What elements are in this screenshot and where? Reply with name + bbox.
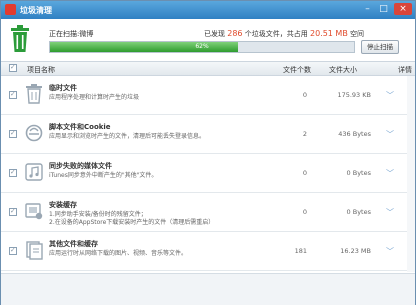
row-size: 0 Bytes <box>346 169 371 177</box>
row-name: 同步失败的媒体文件 <box>49 162 112 170</box>
expand-chevron-icon[interactable]: ﹀ <box>386 246 394 257</box>
row-checkbox[interactable] <box>9 207 17 216</box>
table-row[interactable]: 其他文件和缓存 应用运行时从网络下载的图片、视频、音乐等文件。 181 16.2… <box>1 232 415 271</box>
table-row[interactable]: 安装缓存 1.同步助手安装/备份时的残留文件； 2.在设备的AppStore下载… <box>1 193 415 232</box>
col-detail: 详情 <box>398 66 412 74</box>
expand-chevron-icon[interactable]: ﹀ <box>386 207 394 218</box>
table-row[interactable]: 临时文件 应用程序处理和计算时产生的垃圾 0 175.93 KB ﹀ <box>1 76 415 115</box>
trash-icon <box>26 84 42 104</box>
row-count: 2 <box>302 130 307 138</box>
row-size: 0 Bytes <box>346 208 371 216</box>
minimize-button[interactable]: – <box>361 3 374 15</box>
music-icon <box>25 163 43 181</box>
progress-text: 62% <box>195 43 209 50</box>
table-row[interactable]: 同步失败的媒体文件 iTunes同步意外中断产生的"其他"文件。 0 0 Byt… <box>1 154 415 193</box>
select-all-checkbox[interactable] <box>9 63 17 72</box>
col-name: 项目名称 <box>27 66 55 74</box>
row-checkbox[interactable] <box>9 168 17 177</box>
browser-icon <box>25 124 43 142</box>
row-name: 临时文件 <box>49 84 77 92</box>
row-desc: 应用运行时从网络下载的图片、视频、音乐等文件。 <box>49 250 188 257</box>
col-size: 文件大小 <box>329 66 357 74</box>
cleanup-item-list: 临时文件 应用程序处理和计算时产生的垃圾 0 175.93 KB ﹀ 脚本文件和… <box>1 76 415 272</box>
col-count: 文件个数 <box>283 66 311 74</box>
found-suffix: 空间 <box>350 30 365 38</box>
row-desc: 1.同步助手安装/备份时的残留文件； 2.在设备的AppStore下载安装时产生… <box>49 211 215 226</box>
row-count: 0 <box>302 208 307 216</box>
row-checkbox[interactable] <box>9 246 17 255</box>
stop-scan-button[interactable]: 停止扫描 <box>361 40 399 54</box>
column-header: 项目名称 文件个数 文件大小 详情 <box>1 62 415 76</box>
scan-header: 正在扫描:微博 已发现 286 个垃圾文件，共占用 20.51 MB 空间 62… <box>1 19 415 62</box>
scan-stats: 已发现 286 个垃圾文件，共占用 20.51 MB 空间 <box>204 29 364 39</box>
row-count: 0 <box>302 169 307 177</box>
row-desc: iTunes同步意外中断产生的"其他"文件。 <box>49 172 158 179</box>
row-name: 其他文件和缓存 <box>49 240 98 248</box>
row-count: 0 <box>302 91 307 99</box>
expand-chevron-icon[interactable]: ﹀ <box>386 129 394 140</box>
window-title: 垃圾清理 <box>20 6 52 15</box>
footer-bar <box>1 273 415 305</box>
found-mid: 个垃圾文件，共占用 <box>244 30 308 38</box>
scan-progress-bar: 62% <box>49 41 355 53</box>
title-bar[interactable]: 垃圾清理 – □ × <box>1 1 415 19</box>
row-checkbox[interactable] <box>9 129 17 138</box>
found-size: 20.51 MB <box>309 29 348 38</box>
row-size: 436 Bytes <box>338 130 371 138</box>
install-cache-icon <box>25 203 43 220</box>
row-count: 181 <box>294 247 307 255</box>
row-name: 安装缓存 <box>49 201 77 209</box>
row-desc: 应用程序处理和计算时产生的垃圾 <box>49 94 140 101</box>
row-name: 脚本文件和Cookie <box>49 123 111 131</box>
row-desc: 应用显示和浏览时产生的文件，清理后可能丢失登录信息。 <box>49 133 206 140</box>
cache-icon <box>26 241 43 260</box>
trash-can-icon <box>11 25 29 52</box>
row-size: 16.23 MB <box>340 247 371 255</box>
scan-status-label: 正在扫描:微博 <box>49 30 94 38</box>
close-button[interactable]: × <box>394 3 412 15</box>
table-row[interactable]: 脚本文件和Cookie 应用显示和浏览时产生的文件，清理后可能丢失登录信息。 2… <box>1 115 415 154</box>
found-prefix: 已发现 <box>204 30 225 38</box>
maximize-button[interactable]: □ <box>377 3 390 15</box>
expand-chevron-icon[interactable]: ﹀ <box>386 90 394 101</box>
found-count: 286 <box>227 29 243 38</box>
row-checkbox[interactable] <box>9 90 17 99</box>
scrollbar[interactable] <box>407 76 415 272</box>
cleanup-window: 垃圾清理 – □ × 正在扫描:微博 已发现 286 个垃圾文件，共占用 20.… <box>0 0 416 305</box>
expand-chevron-icon[interactable]: ﹀ <box>386 168 394 179</box>
row-size: 175.93 KB <box>337 91 371 99</box>
app-logo-icon <box>5 4 16 15</box>
